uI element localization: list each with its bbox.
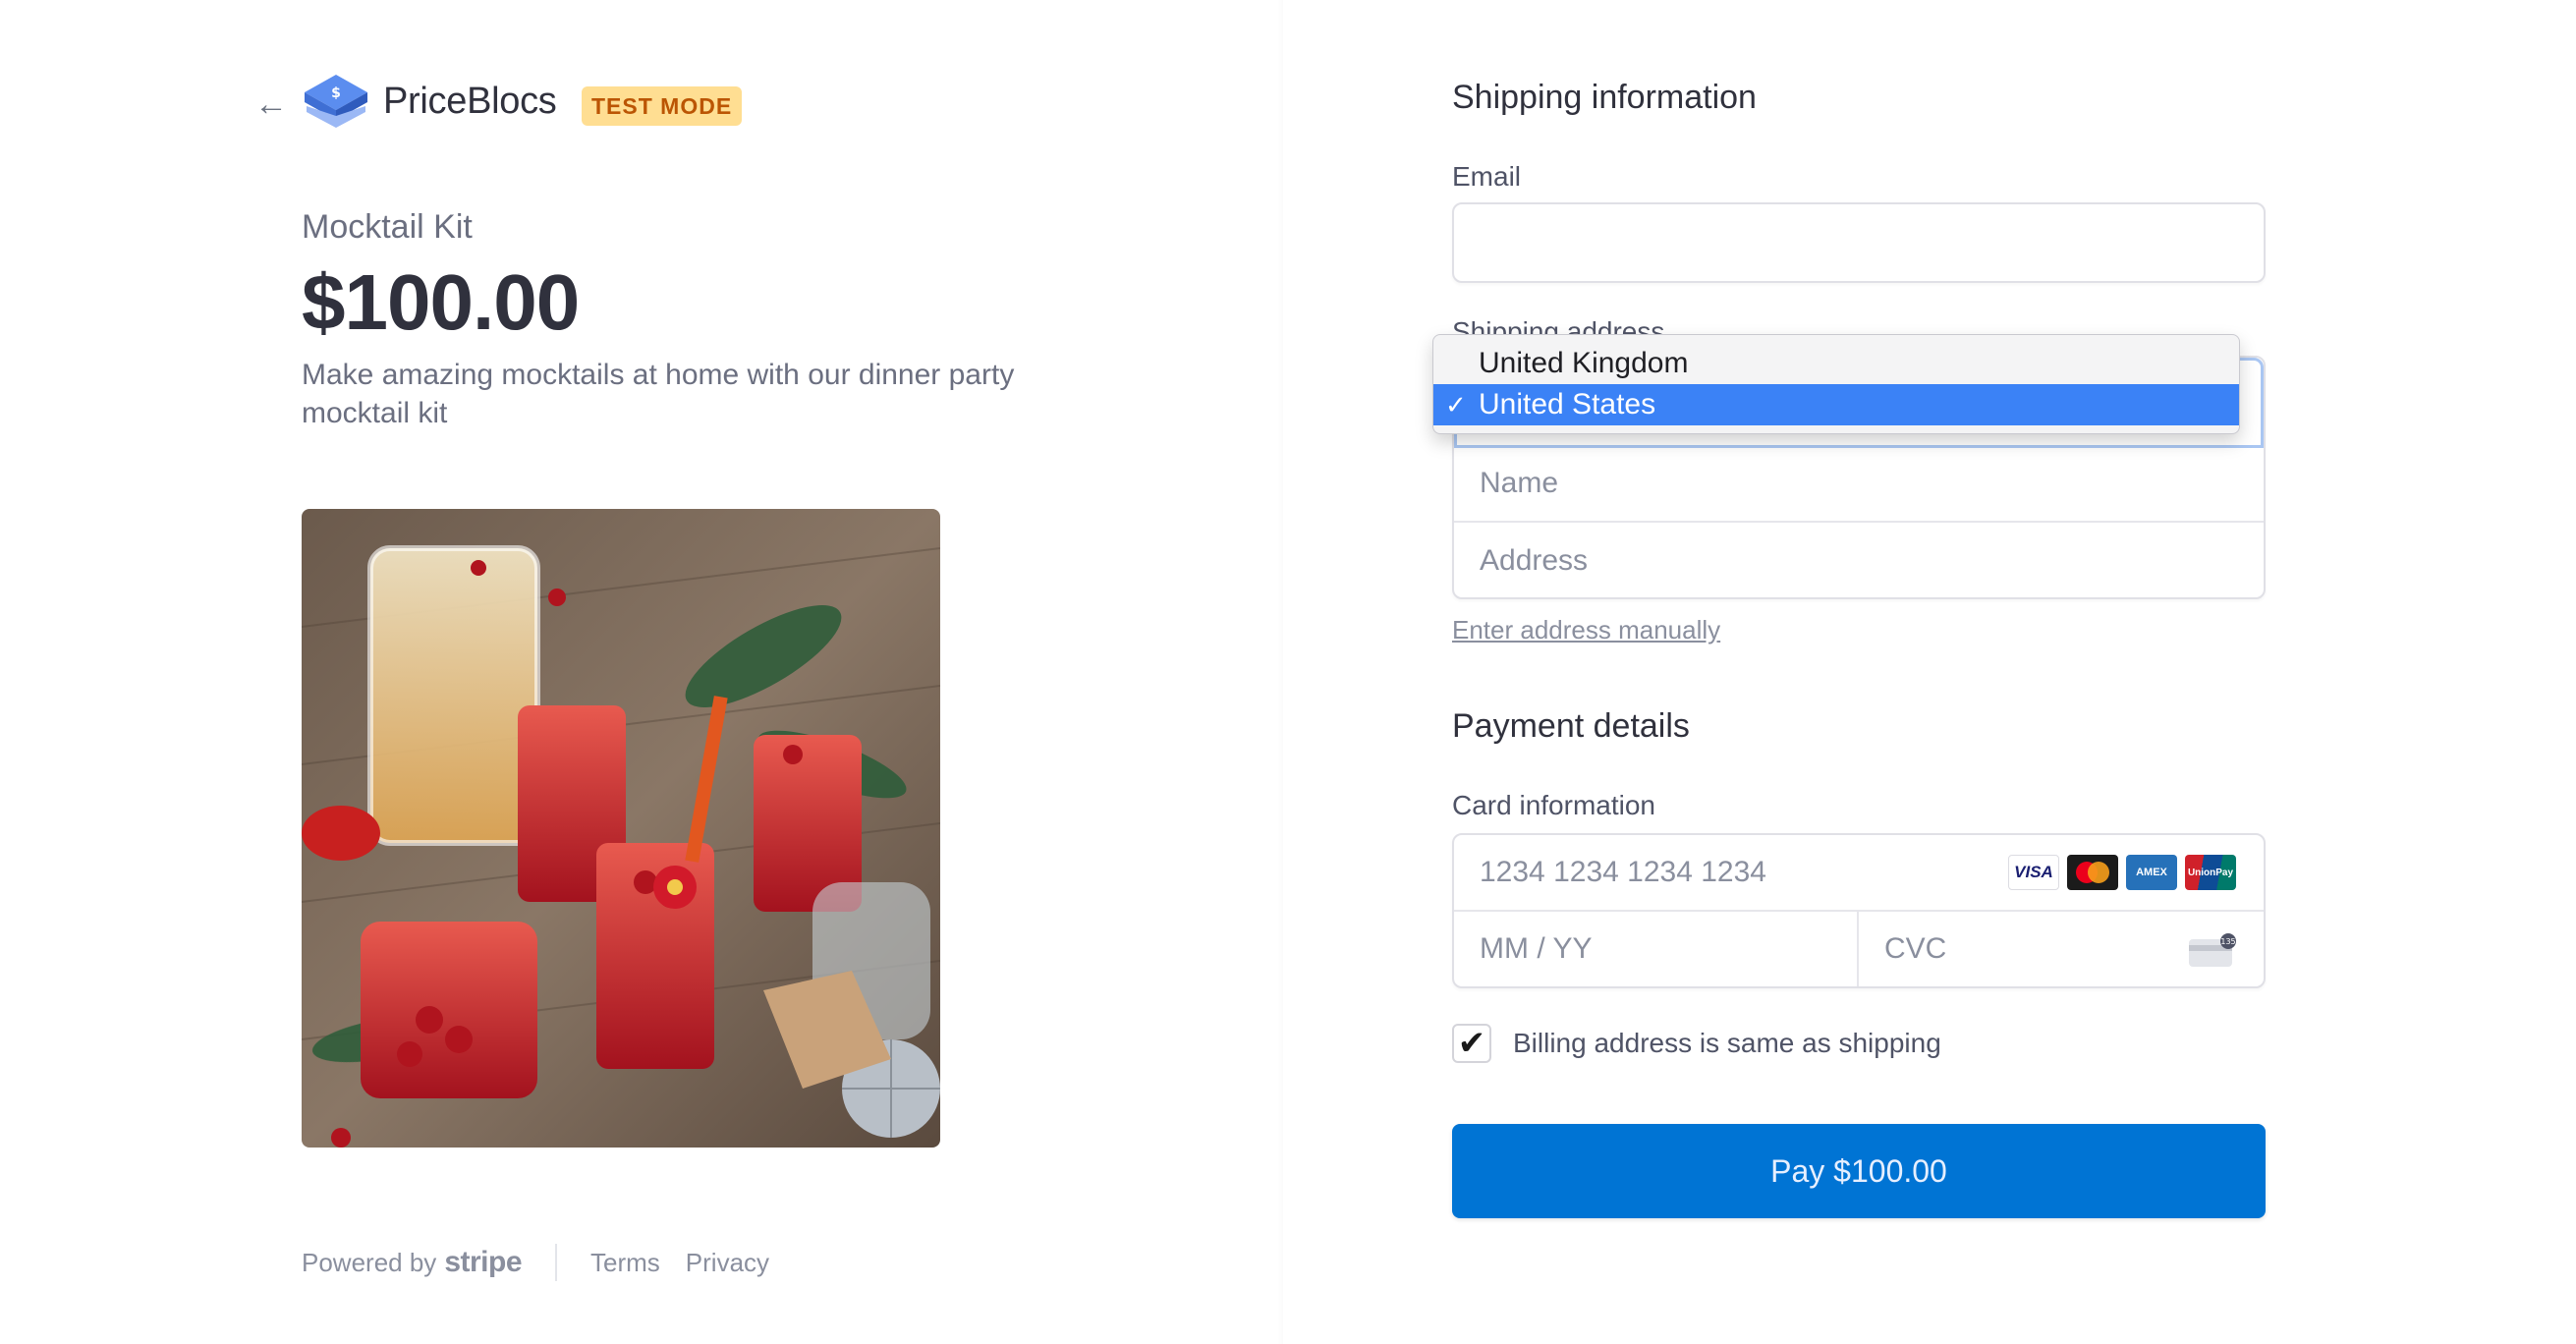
footer-divider bbox=[555, 1244, 558, 1281]
footer: Powered by stripe Terms Privacy bbox=[302, 1244, 795, 1281]
back-arrow-icon[interactable]: ← bbox=[253, 86, 289, 122]
cvc-card-icon: 135 bbox=[2189, 933, 2236, 967]
mocktail-photo bbox=[302, 509, 940, 1148]
priceblocs-logo-icon: $ bbox=[305, 75, 367, 128]
card-info-group: 1234 1234 1234 1234 VISA AMEX UnionPay M… bbox=[1452, 833, 2266, 988]
country-option-us[interactable]: ✓ United States bbox=[1433, 384, 2239, 425]
product-description: Make amazing mocktails at home with our … bbox=[302, 359, 1015, 429]
name-input[interactable]: Name bbox=[1454, 446, 2264, 523]
country-dropdown: United Kingdom ✓ United States bbox=[1432, 334, 2240, 434]
country-option-uk[interactable]: United Kingdom bbox=[1433, 343, 2239, 384]
stripe-logo: stripe bbox=[444, 1246, 523, 1278]
product-price: $100.00 bbox=[302, 258, 580, 346]
shipping-title: Shipping information bbox=[1452, 79, 1757, 116]
pay-button[interactable]: Pay $100.00 bbox=[1452, 1124, 2266, 1218]
country-option-label: United Kingdom bbox=[1479, 347, 1689, 379]
test-mode-badge: TEST MODE bbox=[582, 86, 743, 126]
payment-title: Payment details bbox=[1452, 707, 1690, 745]
powered-by-text: Powered by bbox=[302, 1248, 437, 1277]
billing-same-row[interactable]: ✔ Billing address is same as shipping bbox=[1452, 1024, 1941, 1063]
billing-same-label: Billing address is same as shipping bbox=[1513, 1028, 1941, 1058]
amex-icon: AMEX bbox=[2126, 855, 2177, 890]
shipping-address-label: Shipping address bbox=[1452, 316, 1665, 336]
terms-link[interactable]: Terms bbox=[590, 1248, 660, 1278]
checkmark-icon: ✓ bbox=[1445, 389, 1467, 420]
product-name: Mocktail Kit bbox=[302, 208, 473, 246]
cvc-input[interactable]: CVC 135 bbox=[1859, 912, 2264, 986]
visa-icon: VISA bbox=[2008, 855, 2059, 890]
enter-address-manually-link[interactable]: Enter address manually bbox=[1452, 615, 1720, 645]
billing-same-checkbox[interactable]: ✔ bbox=[1452, 1024, 1491, 1063]
cvc-placeholder: CVC bbox=[1884, 932, 1947, 965]
product-panel: ← $ PriceBlocs TEST MODE Mocktail Kit $1… bbox=[0, 0, 1283, 1344]
privacy-link[interactable]: Privacy bbox=[686, 1248, 769, 1278]
email-label: Email bbox=[1452, 161, 1522, 192]
mastercard-icon bbox=[2067, 855, 2118, 890]
card-number-input[interactable]: 1234 1234 1234 1234 VISA AMEX UnionPay bbox=[1454, 835, 2264, 912]
powered-by-stripe[interactable]: Powered by stripe bbox=[302, 1246, 523, 1279]
country-option-label: United States bbox=[1479, 388, 1656, 420]
brand-name: PriceBlocs bbox=[383, 81, 557, 122]
cvc-hint-text: 135 bbox=[2220, 937, 2235, 946]
card-number-placeholder: 1234 1234 1234 1234 bbox=[1480, 856, 1766, 888]
checkout-form: Shipping information Email Shipping addr… bbox=[1283, 0, 2576, 1344]
card-brands: VISA AMEX UnionPay bbox=[2008, 855, 2236, 890]
email-input[interactable] bbox=[1452, 202, 2266, 283]
address-input[interactable]: Address bbox=[1454, 523, 2264, 599]
svg-text:$: $ bbox=[331, 85, 341, 101]
expiry-input[interactable]: MM / YY bbox=[1454, 912, 1859, 986]
card-info-label: Card information bbox=[1452, 790, 1655, 820]
unionpay-icon: UnionPay bbox=[2185, 855, 2236, 890]
